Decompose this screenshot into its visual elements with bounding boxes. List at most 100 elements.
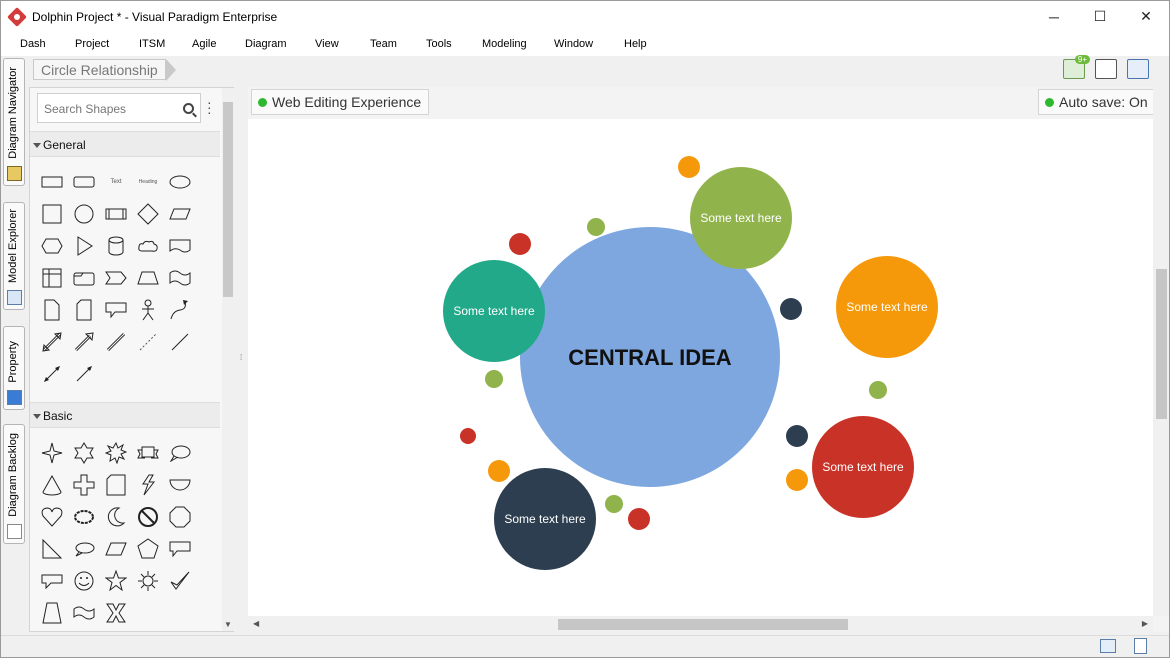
speech-callout-shape[interactable] — [36, 565, 68, 597]
red-dot[interactable] — [628, 508, 650, 530]
cylinder-shape[interactable] — [100, 230, 132, 262]
menu-dash[interactable]: Dash — [20, 38, 46, 50]
menu-itsm[interactable]: ITSM — [139, 38, 165, 50]
menu-modeling[interactable]: Modeling — [482, 38, 527, 50]
tab-diagram-backlog[interactable]: Diagram Backlog — [3, 424, 25, 544]
x-shape[interactable] — [100, 597, 132, 629]
orange-dot[interactable] — [488, 460, 510, 482]
tab-model-explorer[interactable]: Model Explorer — [3, 202, 25, 310]
heading-shape[interactable]: Heading — [132, 166, 164, 198]
search-icon[interactable] — [183, 103, 194, 114]
green-dot[interactable] — [485, 370, 503, 388]
moon-shape[interactable] — [100, 501, 132, 533]
menu-diagram[interactable]: Diagram — [245, 38, 287, 50]
checkmark-shape[interactable] — [164, 565, 196, 597]
callout-shape[interactable] — [100, 294, 132, 326]
skewed-parallelogram-shape[interactable] — [100, 533, 132, 565]
rounded-rectangle-shape[interactable] — [68, 166, 100, 198]
cone-shape[interactable] — [36, 469, 68, 501]
section-general[interactable]: General — [30, 131, 220, 157]
cloud-shape[interactable] — [132, 230, 164, 262]
circle-relationship-diagram[interactable]: CENTRAL IDEA Some text here Some text he… — [248, 119, 1153, 616]
notification-megaphone-icon[interactable]: 9+ — [1063, 55, 1090, 79]
menu-window[interactable]: Window — [554, 38, 593, 50]
rect-callout-shape[interactable] — [164, 533, 196, 565]
scroll-down-arrow-icon[interactable]: ▼ — [224, 620, 232, 629]
process-shape[interactable] — [100, 198, 132, 230]
mail-icon[interactable] — [1100, 639, 1116, 653]
circle-shape[interactable] — [68, 198, 100, 230]
thought-bubble-shape[interactable] — [164, 437, 196, 469]
tab-property[interactable]: Property — [3, 326, 25, 410]
star4-shape[interactable] — [36, 437, 68, 469]
diagram-canvas[interactable]: CENTRAL IDEA Some text here Some text he… — [248, 119, 1153, 616]
menu-team[interactable]: Team — [370, 38, 397, 50]
folded-corner-shape[interactable] — [100, 469, 132, 501]
half-circle-shape[interactable] — [164, 469, 196, 501]
smiley-shape[interactable] — [68, 565, 100, 597]
tall-trapezoid-shape[interactable] — [36, 597, 68, 629]
table-shape[interactable] — [36, 262, 68, 294]
trapezoid-shape[interactable] — [132, 262, 164, 294]
star6-shape[interactable] — [68, 437, 100, 469]
ellipse-shape[interactable] — [164, 166, 196, 198]
no-symbol-shape[interactable] — [132, 501, 164, 533]
note-shape[interactable] — [36, 294, 68, 326]
menu-agile[interactable]: Agile — [192, 38, 216, 50]
arrow-line-shape[interactable] — [68, 358, 100, 390]
orange-dot[interactable] — [786, 469, 808, 491]
double-arrow-shape[interactable] — [36, 326, 68, 358]
green-dot[interactable] — [605, 495, 623, 513]
red-dot[interactable] — [460, 428, 476, 444]
navy-dot[interactable] — [780, 298, 802, 320]
breadcrumb[interactable]: Circle Relationship — [33, 59, 176, 81]
wave-shape[interactable] — [164, 262, 196, 294]
menu-tools[interactable]: Tools — [426, 38, 452, 50]
flag-wave-shape[interactable] — [68, 597, 100, 629]
banner-shape[interactable] — [132, 437, 164, 469]
web-editing-chip[interactable]: Web Editing Experience — [251, 89, 430, 115]
block-arrow-shape[interactable] — [68, 326, 100, 358]
burst-shape[interactable] — [100, 437, 132, 469]
menu-project[interactable]: Project — [75, 38, 109, 50]
section-basic[interactable]: Basic — [30, 402, 220, 428]
pentagon-shape[interactable] — [132, 533, 164, 565]
shape-panel-scrollbar[interactable]: ▼ — [222, 88, 234, 631]
autosave-chip[interactable]: Auto save: On — [1038, 89, 1156, 115]
red-dot[interactable] — [509, 233, 531, 255]
green-dot[interactable] — [587, 218, 605, 236]
heart-shape[interactable] — [36, 501, 68, 533]
document-shape[interactable] — [164, 230, 196, 262]
scalloped-shape[interactable] — [68, 501, 100, 533]
scroll-right-arrow-icon[interactable]: ▶ — [1142, 619, 1148, 628]
navy-dot[interactable] — [786, 425, 808, 447]
square-shape[interactable] — [36, 198, 68, 230]
dashed-line-shape[interactable] — [132, 326, 164, 358]
canvas-vertical-scrollbar[interactable] — [1153, 87, 1169, 616]
cross-shape[interactable] — [68, 469, 100, 501]
scroll-left-arrow-icon[interactable]: ◀ — [253, 619, 259, 628]
minimize-button[interactable]: ─ — [1031, 1, 1077, 32]
panel-splitter[interactable]: ⁞ — [237, 87, 247, 632]
tab-diagram-navigator[interactable]: Diagram Navigator — [3, 58, 25, 186]
green-dot[interactable] — [869, 381, 887, 399]
card-corner-shape[interactable] — [68, 294, 100, 326]
hexagon-shape[interactable] — [36, 230, 68, 262]
triangle-shape[interactable] — [68, 230, 100, 262]
menu-view[interactable]: View — [315, 38, 339, 50]
diagram-layout-icon[interactable] — [1127, 59, 1149, 79]
oval-callout-shape[interactable] — [68, 533, 100, 565]
card-shape[interactable] — [68, 262, 100, 294]
fit-diagram-icon[interactable] — [1095, 59, 1117, 79]
shape-panel-scroll-thumb[interactable] — [223, 102, 233, 297]
line-shape[interactable] — [164, 326, 196, 358]
chevron-shape[interactable] — [100, 262, 132, 294]
right-triangle-shape[interactable] — [36, 533, 68, 565]
orange-dot[interactable] — [678, 156, 700, 178]
maximize-button[interactable]: ☐ — [1077, 1, 1123, 32]
more-options-icon[interactable]: · · · — [207, 95, 212, 119]
diamond-shape[interactable] — [132, 198, 164, 230]
actor-shape[interactable] — [132, 294, 164, 326]
canvas-horizontal-scroll-thumb[interactable] — [558, 619, 848, 630]
search-shapes-input[interactable]: Search Shapes — [37, 93, 201, 123]
